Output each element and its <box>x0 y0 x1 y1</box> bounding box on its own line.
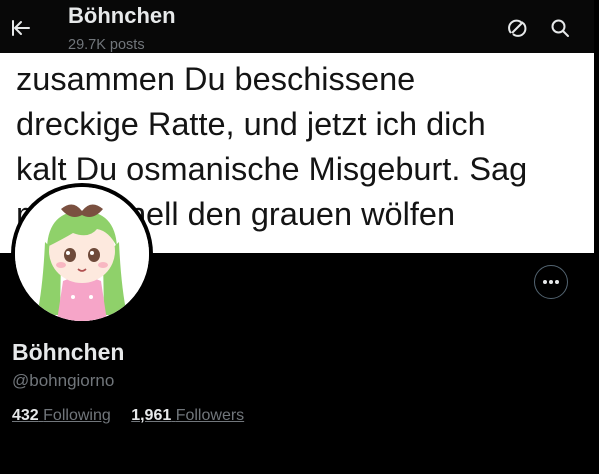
followers-label: Followers <box>175 407 245 424</box>
banner-line: zusammen Du beschissene <box>16 61 416 97</box>
search-button[interactable] <box>545 13 575 43</box>
avatar <box>15 187 149 321</box>
follow-stats: 432 Following 1,961 Followers <box>12 407 244 425</box>
header-title: Böhnchen <box>68 3 176 28</box>
grok-button[interactable] <box>502 13 532 43</box>
back-button[interactable] <box>6 13 36 43</box>
followers-link[interactable]: 1,961 Followers <box>131 407 244 424</box>
search-icon <box>551 19 569 37</box>
display-name: Böhnchen <box>12 339 125 365</box>
more-icon <box>543 280 559 284</box>
following-link[interactable]: 432 Following <box>12 407 111 424</box>
more-options-button[interactable] <box>534 265 568 299</box>
following-label: Following <box>43 407 111 424</box>
avatar-frame[interactable] <box>11 183 153 325</box>
top-bar: Böhnchen 29.7K posts <box>0 0 599 53</box>
back-arrow-icon <box>12 20 30 36</box>
user-handle: @bohngiorno <box>12 371 115 390</box>
followers-count: 1,961 <box>131 407 172 424</box>
avatar-illustration <box>15 187 149 321</box>
header-post-count: 29.7K posts <box>68 37 145 53</box>
following-count: 432 <box>12 407 39 424</box>
grok-icon <box>508 19 527 37</box>
banner-line: dreckige Ratte, und jetzt ich dich <box>16 106 486 142</box>
